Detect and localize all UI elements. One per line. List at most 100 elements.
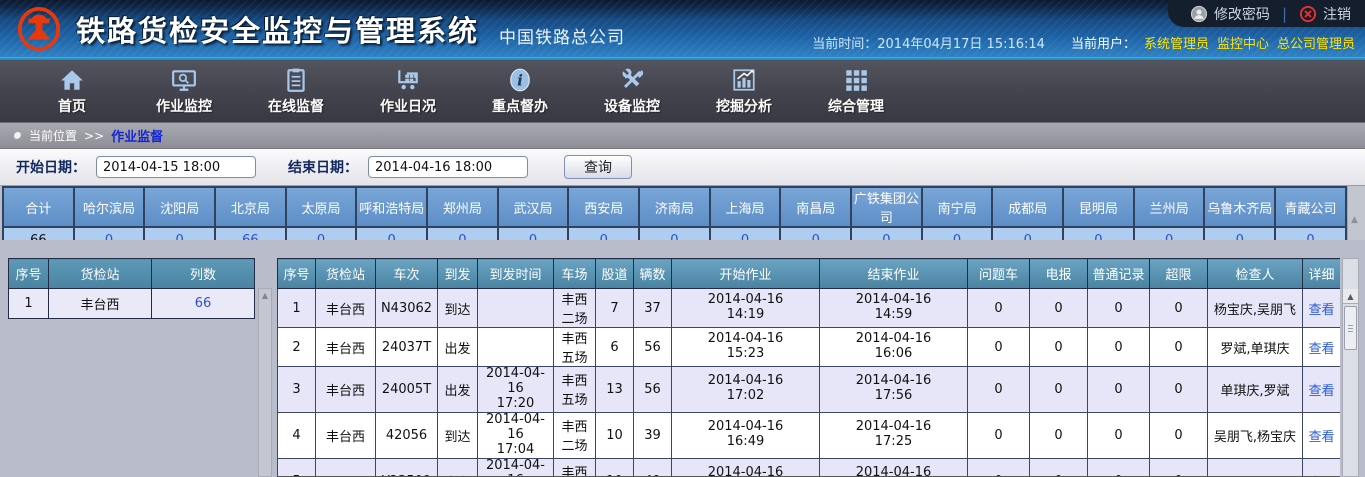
jobs-panel: 序号货检站车次到发到发时间车场股道辆数开始作业结束作业问题车电报普通记录超限检查… [277,258,1340,477]
nav-item-home[interactable]: 首页 [16,67,128,116]
cell-car-count: 49 [634,458,672,477]
table-row[interactable]: 2丰台西24037T出发丰西五场6562014-04-16 15:232014-… [278,328,1341,367]
nav-item-key-supervision[interactable]: i 重点督办 [464,67,576,116]
cell-start-work: 2014-04-16 15:23 [672,328,820,367]
cell-telegram: 0 [1030,458,1088,477]
cell-yard: 丰西二场 [554,289,596,328]
cell-normal-records: 0 [1088,367,1150,413]
cell-inspectors: 李纪奎,田海峰 [1208,458,1303,477]
view-detail-link[interactable]: 查看 [1308,384,1334,399]
cell-seq: 2 [278,328,316,367]
cell-track: 6 [596,328,634,367]
bar-chart-icon [731,67,757,93]
cell-telegram: 0 [1030,328,1088,367]
summary-header-row: 合计哈尔滨局沈阳局北京局太原局呼和浩特局郑州局武汉局西安局济南局上海局南昌局广铁… [3,187,1346,227]
station-panel: 序号货检站列数 1丰台西66 [8,258,254,319]
view-detail-link[interactable]: 查看 [1308,430,1334,445]
cell-car-count: 39 [634,412,672,458]
station-scrollbar[interactable]: ▲ [258,288,272,477]
station-row[interactable]: 1丰台西66 [9,289,255,319]
cell-over-limit: 0 [1150,412,1208,458]
view-detail-link[interactable]: 查看 [1308,303,1334,318]
bullet-icon [14,132,22,140]
column-header: 问题车 [968,259,1030,289]
cell-arr-dep: 到达 [438,289,478,328]
breadcrumb-current[interactable]: 作业监督 [111,126,163,145]
column-header: 到发 [438,259,478,289]
svg-text:i: i [517,71,523,89]
scroll-up-icon: ▲ [1343,289,1358,304]
cell-end-work: 2014-04-16 17:56 [820,367,968,413]
cell-problem-cars: 0 [968,328,1030,367]
nav-item-daily-status[interactable]: 作业日况 [352,67,464,116]
cell-over-limit: 0 [1150,367,1208,413]
cell-over-limit: 0 [1150,458,1208,477]
table-row[interactable]: 4丰台西42056到达2014-04-16 17:04丰西二场10392014-… [278,412,1341,458]
column-header: 车场 [554,259,596,289]
nav-item-online-supervision[interactable]: 在线监督 [240,67,352,116]
current-time: 当前时间：2014年04月17日 15:16:14 [812,33,1045,52]
change-password-button[interactable]: 修改密码 [1190,4,1270,24]
nav-item-comprehensive-mgmt[interactable]: 综合管理 [800,67,912,116]
cell-inspectors: 杨宝庆,吴朋飞 [1208,289,1303,328]
cell-track: 7 [596,289,634,328]
cell-arr-dep-time [478,328,554,367]
summary-scrollbar[interactable]: ▲ [1347,186,1365,240]
cell-detail: 查看 [1303,289,1341,328]
summary-column-header: 太原局 [286,187,357,227]
summary-column-header: 南昌局 [780,187,851,227]
jobs-scrollbar[interactable]: ▲ [1342,258,1359,477]
page-title: 铁路货检安全监控与管理系统 [76,8,479,50]
start-date-input[interactable] [96,156,256,178]
user-icon [1190,5,1208,23]
cell-over-limit: 0 [1150,289,1208,328]
end-date-label: 结束日期： [288,157,358,177]
logout-button[interactable]: 注销 [1299,4,1351,24]
cell-end-work: 2014-04-16 14:59 [820,289,968,328]
scrollbar-thumb[interactable] [1344,306,1357,350]
summary-column-header: 青藏公司 [1275,187,1346,227]
summary-column-header: 武汉局 [498,187,569,227]
user-org-link[interactable]: 总公司管理员 [1277,33,1355,52]
summary-column-header: 合计 [3,187,74,227]
jobs-body: 1丰台西N43062到达丰西二场7372014-04-16 14:192014-… [278,289,1341,477]
cell-detail: 查看 [1303,328,1341,367]
cell-detail: 查看 [1303,367,1341,413]
jobs-table: 序号货检站车次到发到发时间车场股道辆数开始作业结束作业问题车电报普通记录超限检查… [277,258,1340,477]
user-role-link[interactable]: 系统管理员 [1144,33,1209,52]
view-detail-link[interactable]: 查看 [1308,342,1334,357]
account-box: 修改密码 | 注销 [1168,0,1365,27]
breadcrumb-separator: >> [84,129,104,143]
cell-station: 丰台西 [316,289,376,328]
user-center-link[interactable]: 监控中心 [1217,33,1269,52]
cell-start-work: 2014-04-16 14:19 [672,289,820,328]
scroll-up-icon: ▲ [1351,215,1358,225]
cell-track: 13 [596,367,634,413]
table-row[interactable]: 3丰台西24005T出发2014-04-16 17:20丰西五场13562014… [278,367,1341,413]
nav-item-equipment-monitor[interactable]: 设备监控 [576,67,688,116]
cell-car-count: 37 [634,289,672,328]
summary-column-header: 南宁局 [922,187,993,227]
nav-item-mining-analysis[interactable]: 挖掘分析 [688,67,800,116]
summary-column-header: 成都局 [992,187,1063,227]
column-header: 序号 [9,259,49,289]
table-row[interactable]: 1丰台西N43062到达丰西二场7372014-04-16 14:192014-… [278,289,1341,328]
china-railway-logo-icon [16,6,62,52]
query-button[interactable]: 查询 [564,155,632,179]
column-header: 检查人 [1208,259,1303,289]
nav-item-job-monitor[interactable]: 作业监控 [128,67,240,116]
cell-track: 10 [596,412,634,458]
end-date-input[interactable] [368,156,528,178]
summary-column-header: 北京局 [215,187,286,227]
clipboard-icon [283,67,309,93]
app-header: 铁路货检安全监控与管理系统 中国铁路总公司 修改密码 | 注销 [0,0,1365,57]
cell-problem-cars: 0 [968,458,1030,477]
cell-telegram: 0 [1030,289,1088,328]
summary-column-header: 昆明局 [1063,187,1134,227]
cell-arr-dep-time [478,289,554,328]
brand: 铁路货检安全监控与管理系统 中国铁路总公司 [16,6,625,52]
table-row[interactable]: 5丰台西Y23509出发2014-04-16 17:00丰西五场10492014… [278,458,1341,477]
company-subtitle: 中国铁路总公司 [499,23,625,48]
cell-start-work: 2014-04-16 16:41 [672,458,820,477]
station-body: 1丰台西66 [9,289,255,319]
